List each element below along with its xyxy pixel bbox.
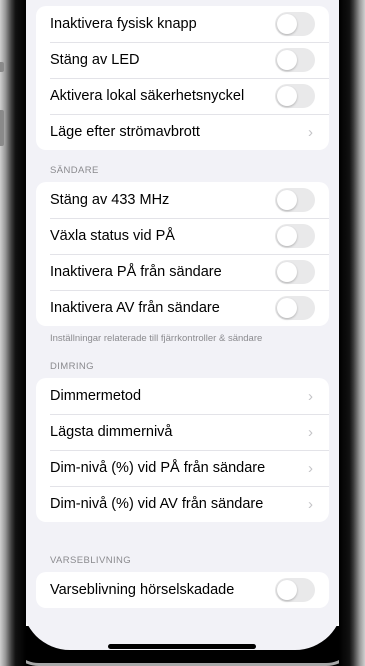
phone-frame-left bbox=[0, 0, 26, 666]
section-header-varseblivning: VARSEBLIVNING bbox=[50, 555, 132, 566]
row-power-outage-mode[interactable]: Läge efter strömavbrott › bbox=[36, 114, 329, 150]
chevron-right-icon: › bbox=[308, 459, 313, 477]
row-disable-physical-button[interactable]: Inaktivera fysisk knapp bbox=[36, 6, 329, 42]
row-label: Inaktivera PÅ från sändare bbox=[50, 264, 222, 280]
section-header-dimring: DIMRING bbox=[50, 361, 94, 372]
toggle-switch[interactable] bbox=[275, 84, 315, 108]
settings-screen: Inaktivera fysisk knapp Stäng av LED Akt… bbox=[22, 0, 343, 650]
group-dimring: Dimmermetod › Lägsta dimmernivå › Dim-ni… bbox=[36, 378, 329, 522]
section-footer-sandare: Inställningar relaterade till fjärrkontr… bbox=[50, 333, 263, 344]
row-label: Inaktivera AV från sändare bbox=[50, 300, 220, 316]
toggle-switch[interactable] bbox=[275, 260, 315, 284]
row-local-security-key[interactable]: Aktivera lokal säkerhetsnyckel bbox=[36, 78, 329, 114]
phone-frame-right bbox=[339, 0, 365, 666]
row-turn-off-led[interactable]: Stäng av LED bbox=[36, 42, 329, 78]
toggle-switch[interactable] bbox=[275, 188, 315, 212]
row-dim-level-on[interactable]: Dim-nivå (%) vid PÅ från sändare › bbox=[36, 450, 329, 486]
row-dim-level-off[interactable]: Dim-nivå (%) vid AV från sändare › bbox=[36, 486, 329, 522]
toggle-switch[interactable] bbox=[275, 296, 315, 320]
row-label: Lägsta dimmernivå bbox=[50, 424, 173, 440]
row-label: Dim-nivå (%) vid PÅ från sändare bbox=[50, 460, 266, 476]
row-hearing-impaired[interactable]: Varseblivning hörselskadade bbox=[36, 572, 329, 608]
chevron-right-icon: › bbox=[308, 123, 313, 141]
group-general: Inaktivera fysisk knapp Stäng av LED Akt… bbox=[36, 6, 329, 150]
toggle-switch[interactable] bbox=[275, 12, 315, 36]
home-indicator[interactable] bbox=[108, 644, 256, 649]
row-label: Stäng av 433 MHz bbox=[50, 192, 170, 208]
row-label: Växla status vid PÅ bbox=[50, 228, 175, 244]
row-disable-433mhz[interactable]: Stäng av 433 MHz bbox=[36, 182, 329, 218]
row-dimmer-method[interactable]: Dimmermetod › bbox=[36, 378, 329, 414]
row-label: Dimmermetod bbox=[50, 388, 142, 404]
row-label: Varseblivning hörselskadade bbox=[50, 582, 235, 598]
section-header-sandare: SÄNDARE bbox=[50, 165, 99, 176]
row-label: Inaktivera fysisk knapp bbox=[50, 16, 197, 32]
side-button bbox=[0, 110, 4, 146]
chevron-right-icon: › bbox=[308, 423, 313, 441]
row-toggle-status-on[interactable]: Växla status vid PÅ bbox=[36, 218, 329, 254]
row-label: Aktivera lokal säkerhetsnyckel bbox=[50, 88, 245, 104]
toggle-switch[interactable] bbox=[275, 48, 315, 72]
row-label: Läge efter strömavbrott bbox=[50, 124, 200, 140]
row-label: Dim-nivå (%) vid AV från sändare bbox=[50, 496, 264, 512]
row-label: Stäng av LED bbox=[50, 52, 140, 68]
toggle-switch[interactable] bbox=[275, 224, 315, 248]
row-disable-on-from-transmitter[interactable]: Inaktivera PÅ från sändare bbox=[36, 254, 329, 290]
settings-list: Inaktivera fysisk knapp Stäng av LED Akt… bbox=[36, 0, 329, 608]
row-min-dimmer-level[interactable]: Lägsta dimmernivå › bbox=[36, 414, 329, 450]
chevron-right-icon: › bbox=[308, 495, 313, 513]
side-button bbox=[0, 62, 4, 72]
toggle-switch[interactable] bbox=[275, 578, 315, 602]
row-disable-off-from-transmitter[interactable]: Inaktivera AV från sändare bbox=[36, 290, 329, 326]
group-varseblivning: Varseblivning hörselskadade bbox=[36, 572, 329, 608]
group-sandare: Stäng av 433 MHz Växla status vid PÅ Ina… bbox=[36, 182, 329, 326]
chevron-right-icon: › bbox=[308, 387, 313, 405]
